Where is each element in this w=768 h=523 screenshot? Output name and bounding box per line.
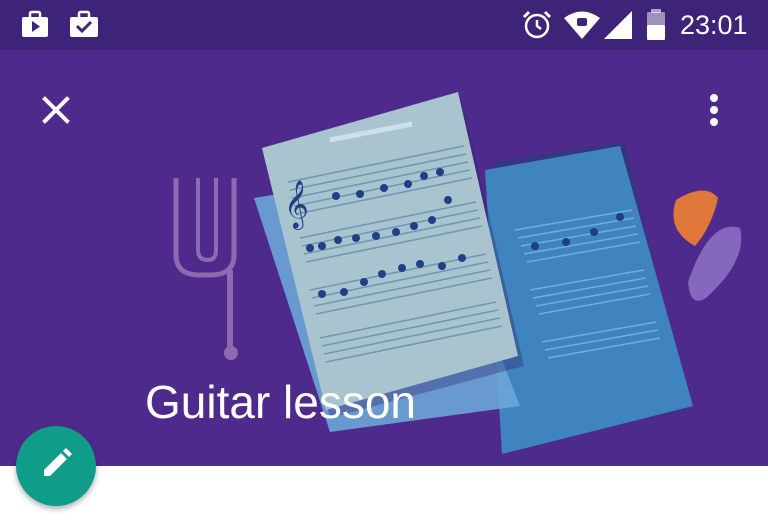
tuning-fork-illustration [173, 178, 238, 360]
play-store-briefcase-icon [20, 9, 52, 41]
close-icon [42, 96, 70, 128]
close-button[interactable] [28, 84, 84, 140]
battery-icon [644, 9, 668, 41]
work-briefcase-check-icon [68, 9, 100, 41]
page-title: Guitar lesson [145, 376, 417, 428]
header-banner: 𝄞 Guitar lesson [0, 50, 768, 466]
more-vert-icon [709, 93, 719, 131]
edit-fab-button[interactable] [16, 426, 96, 506]
cellular-signal-icon [602, 9, 634, 41]
wifi-icon [563, 9, 601, 41]
status-bar: 23:01 [0, 0, 768, 50]
guitar-picks-illustration [673, 190, 742, 301]
more-options-button[interactable] [690, 84, 738, 140]
alarm-icon [521, 9, 553, 41]
svg-text:𝄞: 𝄞 [284, 179, 309, 230]
status-time: 23:01 [680, 10, 748, 40]
edit-pencil-icon [38, 446, 74, 486]
